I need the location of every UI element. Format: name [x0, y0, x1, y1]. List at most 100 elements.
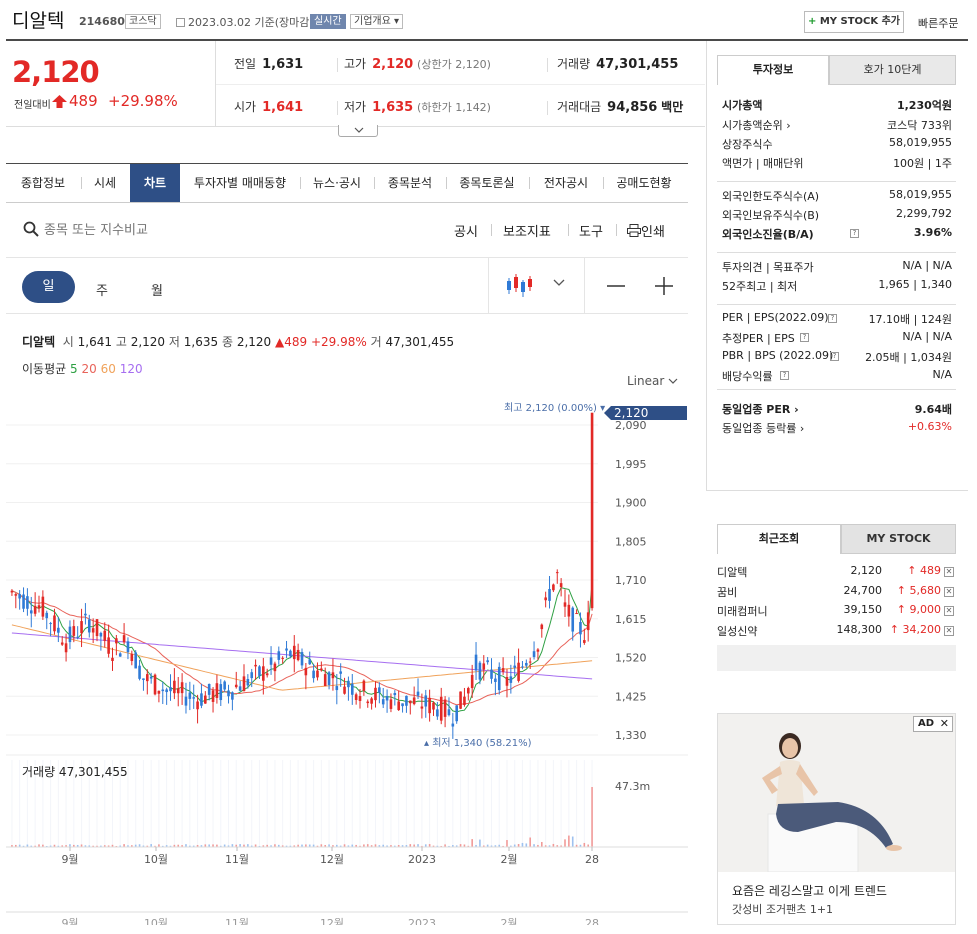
separator — [717, 389, 956, 390]
period-week-button[interactable]: 주 — [96, 280, 108, 299]
candle-body — [269, 657, 273, 665]
realtime-button[interactable]: 실시간 — [310, 14, 346, 29]
volume-bar — [564, 839, 566, 847]
candle-body — [53, 615, 56, 632]
zoom-out-icon[interactable] — [606, 276, 626, 296]
ad-subtitle[interactable]: 갓성비 조거팬츠 1+1 — [732, 901, 833, 917]
last-price-label: 2,120 — [614, 406, 648, 420]
stock-name: 디알텍 — [12, 10, 65, 32]
help-icon[interactable]: ? — [828, 314, 837, 323]
candle-body — [161, 689, 165, 692]
period-day-button[interactable]: 일 — [22, 271, 75, 303]
mystock-add-button[interactable]: + MY STOCK 추가 — [804, 11, 904, 33]
help-icon[interactable]: ? — [830, 352, 839, 361]
recent-item[interactable]: 일성신약 148,300 ↑ 34,200 ✕ — [717, 623, 956, 641]
candle-body — [254, 664, 257, 667]
candle-body — [115, 638, 118, 644]
candle-body — [126, 641, 130, 653]
candle-body — [532, 651, 536, 657]
candle-body — [246, 679, 250, 686]
low-limit: (하한가 1,142) — [417, 101, 491, 114]
recent-name[interactable]: 꿈비 — [717, 584, 737, 600]
ohlc-open: 1,641 — [77, 335, 112, 349]
tab-quote[interactable]: 시세 — [82, 164, 128, 202]
candle-body — [29, 610, 33, 614]
tool-disclosure[interactable]: 공시 — [454, 221, 478, 240]
ma5-line — [11, 582, 593, 713]
tab-hoga-10[interactable]: 호가 10단계 — [829, 55, 956, 85]
separator — [547, 58, 548, 72]
candle-body — [111, 657, 114, 661]
tab-news[interactable]: 뉴스·공시 — [301, 164, 373, 202]
open-label: 시가 — [234, 100, 257, 114]
compare-search-input[interactable] — [44, 220, 344, 240]
candle-type-icon[interactable] — [505, 272, 533, 298]
x-tick-label: 9월 — [61, 853, 78, 866]
ma-label: 이동평균 — [22, 362, 67, 376]
invest-row-label: 동일업종 PER › — [722, 403, 799, 416]
scale-select[interactable]: Linear — [627, 374, 678, 388]
close-icon[interactable]: ✕ — [944, 567, 954, 577]
tab-shortselling[interactable]: 공매도현황 — [604, 164, 684, 202]
separator — [337, 101, 338, 115]
recent-item[interactable]: 미래컴퍼니 39,150 ↑ 9,000 ✕ — [717, 603, 956, 621]
tab-overview[interactable]: 종합정보 — [8, 164, 78, 202]
candle-body — [134, 652, 137, 669]
tab-invest-info[interactable]: 투자정보 — [717, 55, 829, 85]
invest-row: 외국인소진율(B/A)? 3.96% — [722, 226, 952, 244]
ad-badge[interactable]: AD ✕ — [913, 716, 953, 732]
chevron-down-icon[interactable] — [553, 279, 565, 287]
volume-label: 거래량 — [557, 57, 591, 71]
candle-body — [343, 686, 346, 694]
recent-change: ↑ 489 — [907, 564, 941, 577]
ohlc-name: 디알텍 — [22, 335, 56, 349]
candle-body — [490, 669, 493, 679]
zoom-in-icon[interactable] — [654, 276, 674, 296]
tab-mystock[interactable]: MY STOCK — [841, 524, 956, 554]
price-chart[interactable]: 2,090 1,995 1,900 1,805 1,710 1,615 1,520 1,425… — [6, 395, 688, 925]
tab-chart[interactable]: 차트 — [130, 164, 180, 202]
invest-row-value: N/A | N/A — [902, 330, 952, 343]
help-icon[interactable]: ? — [850, 229, 859, 238]
low-value: 1,635 — [372, 100, 414, 115]
tab-edisclosure[interactable]: 전자공시 — [530, 164, 602, 202]
ad-title[interactable]: 요즘은 레깅스말고 이게 트렌드 — [732, 882, 887, 899]
help-icon[interactable]: ? — [800, 333, 809, 342]
close-icon[interactable]: ✕ — [944, 606, 954, 616]
close-icon[interactable]: ✕ — [944, 586, 954, 597]
recent-name[interactable]: 디알텍 — [717, 564, 747, 580]
help-icon[interactable]: ? — [780, 371, 789, 380]
y-tick-label: 1,520 — [615, 652, 647, 665]
tool-drawing[interactable]: 도구 — [579, 221, 603, 240]
candle-body — [323, 674, 327, 687]
tab-discussion[interactable]: 종목토론실 — [447, 164, 527, 202]
candle-body — [103, 630, 107, 641]
expand-button[interactable] — [338, 125, 378, 137]
recent-item[interactable]: 디알텍 2,120 ↑ 489 ✕ — [717, 564, 956, 582]
quick-order-link[interactable]: 빠른주문 — [918, 15, 958, 31]
close-icon[interactable]: ✕ — [944, 625, 954, 636]
period-month-button[interactable]: 월 — [151, 280, 163, 299]
candle-body — [486, 660, 489, 663]
recent-name[interactable]: 미래컴퍼니 — [717, 603, 768, 619]
candle-body — [281, 657, 284, 659]
moving-average-legend[interactable]: 이동평균 5 20 60 120 — [22, 360, 143, 377]
separator — [584, 258, 585, 314]
recent-item[interactable]: 꿈비 24,700 ↑ 5,680 ✕ — [717, 584, 956, 602]
candle-body — [509, 676, 513, 683]
mystock-add-label: MY STOCK 추가 — [819, 16, 901, 27]
print-button[interactable]: 인쇄 — [627, 221, 665, 240]
recent-name[interactable]: 일성신약 — [717, 623, 757, 639]
tab-analysis[interactable]: 종목분석 — [375, 164, 445, 202]
invest-row: 투자의견 | 목표주가 N/A | N/A — [722, 259, 952, 277]
invest-row: 액면가 | 매매단위 100원 | 1주 — [722, 155, 952, 173]
candle-body — [118, 653, 122, 657]
candle-body — [10, 590, 14, 593]
y-tick-label: 1,995 — [615, 458, 647, 471]
tab-recent[interactable]: 최근조회 — [717, 524, 841, 554]
close-icon[interactable]: ✕ — [940, 717, 949, 731]
tool-indicators[interactable]: 보조지표 — [503, 221, 551, 240]
tab-investor[interactable]: 투자자별 매매동향 — [182, 164, 298, 202]
ad-image[interactable] — [718, 714, 955, 872]
company-overview-button[interactable]: 기업개요 ▾ — [350, 14, 403, 29]
